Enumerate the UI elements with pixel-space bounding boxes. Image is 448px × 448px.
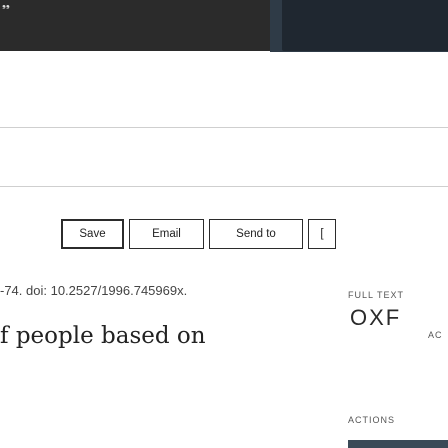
article-citation: -74. doi: 10.2527/1996.745969x. [0, 283, 188, 298]
save-button[interactable]: Save [61, 219, 124, 249]
publisher-logo-sub: AC [428, 330, 443, 340]
display-options-button[interactable]: [ [308, 219, 336, 249]
action-toolbar: Save Email Send to [ [61, 219, 336, 251]
full-text-heading: FULL TEXT [348, 290, 405, 300]
section-divider [0, 127, 448, 128]
cite-button[interactable] [348, 440, 448, 448]
hero-image [282, 0, 448, 51]
actions-heading: ACTIONS [348, 415, 396, 425]
logo-icon[interactable]: ❟❟ [2, 0, 16, 10]
article-title: f people based on [0, 323, 206, 349]
section-divider [0, 186, 448, 187]
publisher-logo[interactable]: OXF [350, 305, 401, 331]
send-to-button[interactable]: Send to [209, 219, 303, 249]
email-button[interactable]: Email [129, 219, 204, 249]
